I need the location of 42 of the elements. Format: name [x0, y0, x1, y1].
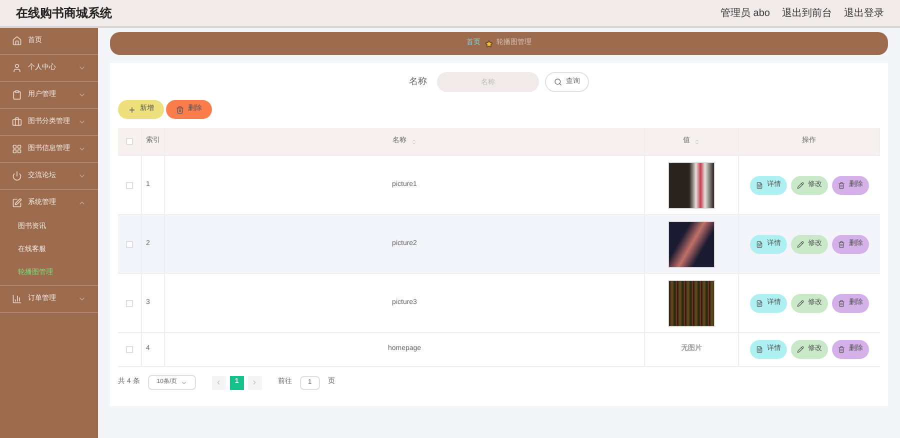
chevron-left-icon: [215, 379, 222, 386]
checkbox[interactable]: [126, 346, 133, 353]
pencil-icon: [797, 240, 804, 248]
checkbox[interactable]: [126, 138, 133, 145]
pencil-icon: [797, 182, 804, 188]
document-icon: [756, 182, 763, 188]
bar-chart-icon: [12, 294, 22, 304]
checkbox[interactable]: [126, 300, 133, 306]
search-label: 名称: [409, 75, 427, 88]
trash-icon: [838, 240, 845, 248]
clipboard-icon: [12, 90, 22, 100]
trash-icon: [176, 106, 184, 114]
header-link[interactable]: 退出到前台: [782, 6, 832, 20]
photo-placeholder: [668, 162, 715, 208]
photo-placeholder: [668, 220, 715, 268]
photo-placeholder: [668, 280, 715, 326]
checkbox[interactable]: [126, 182, 133, 188]
trash-icon: [838, 182, 845, 188]
briefcase-icon: [12, 117, 22, 127]
trash-icon: [838, 300, 845, 306]
header-link[interactable]: 管理员 abo: [720, 6, 770, 20]
document-icon: [756, 300, 763, 306]
previous-page-button[interactable]: [212, 376, 226, 390]
search-icon: [554, 78, 562, 86]
pencil-icon: [797, 300, 804, 306]
document-icon: [756, 346, 763, 353]
pencil-icon: [797, 346, 804, 353]
document-icon: [756, 240, 763, 248]
chevron-down-icon: [180, 380, 187, 386]
app-title: 在线购书商城系统: [16, 5, 112, 22]
trash-icon: [838, 346, 845, 353]
edit-icon: [12, 198, 22, 208]
user-icon: [12, 63, 22, 73]
chevron-right-icon: [251, 379, 258, 386]
checkbox[interactable]: [126, 240, 133, 248]
header-link[interactable]: 退出登录: [844, 6, 884, 20]
star-icon: [484, 40, 492, 48]
power-icon: [12, 171, 22, 181]
plus-icon: [128, 106, 136, 114]
grid-icon: [12, 144, 22, 154]
next-page-button[interactable]: [248, 376, 262, 390]
home-icon: [12, 36, 22, 46]
